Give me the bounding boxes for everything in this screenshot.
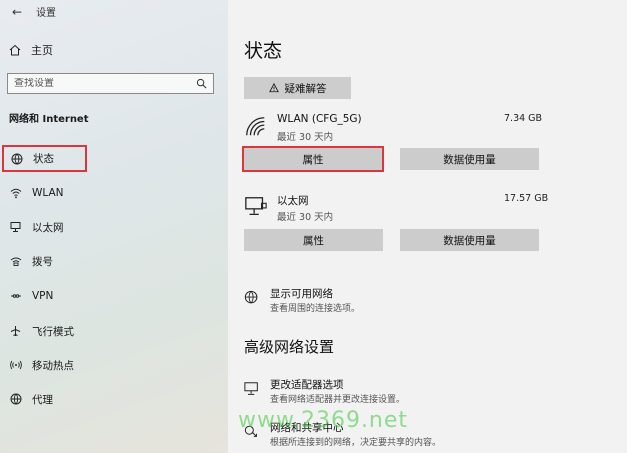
show-available-networks[interactable]: 显示可用网络 查看周围的连接选项。 <box>244 286 564 316</box>
troubleshoot-button[interactable]: 疑难解答 <box>244 77 351 99</box>
wlan-properties-button[interactable]: 属性 <box>242 146 384 172</box>
sidebar-item-proxy[interactable]: 代理 <box>0 386 228 412</box>
change-adapter-options[interactable]: 更改适配器选项 查看网络适配器并更改连接设置。 <box>244 377 564 407</box>
connection-name: WLAN (CFG_5G) <box>277 113 362 125</box>
warning-icon <box>268 83 279 93</box>
link-title: 网络和共享中心 <box>270 422 344 434</box>
sidebar-item-airplane[interactable]: 飞行模式 <box>0 318 228 344</box>
window-title-bar: ← 设置 <box>12 4 57 20</box>
sidebar-item-label: WLAN <box>32 187 64 199</box>
sidebar-section-label: 网络和 Internet <box>9 114 89 125</box>
sidebar-item-hotspot[interactable]: 移动热点 <box>0 352 228 378</box>
wifi-signal-icon <box>244 115 270 141</box>
connection-name: 以太网 <box>277 195 309 207</box>
sidebar-item-status[interactable]: 状态 <box>2 145 87 172</box>
back-arrow-icon[interactable]: ← <box>12 5 22 19</box>
link-desc: 查看网络适配器并更改连接设置。 <box>270 395 406 405</box>
page-title: 状态 <box>244 40 283 62</box>
sidebar-item-wlan[interactable]: WLAN <box>0 180 228 206</box>
main-panel: 状态 疑难解答 WLAN (CFG_5G) 最近 30 天内 7.34 GB 属… <box>228 0 627 453</box>
sidebar-item-label: 拨号 <box>32 255 53 268</box>
link-title: 更改适配器选项 <box>270 379 344 391</box>
sidebar-item-label: 飞行模式 <box>32 325 74 338</box>
window-title: 设置 <box>36 8 57 19</box>
proxy-globe-icon <box>9 392 23 406</box>
ethernet-data-usage-button[interactable]: 数据使用量 <box>400 229 539 251</box>
link-desc: 根据所连接到的网络，决定要共享的内容。 <box>270 438 442 448</box>
ethernet-monitor-icon <box>244 195 270 221</box>
sidebar: ← 设置 主页 网络和 Internet 状态 WLAN 以太网 <box>0 0 228 453</box>
link-title: 显示可用网络 <box>270 288 333 300</box>
nav-home[interactable]: 主页 <box>9 41 53 59</box>
hotspot-icon <box>9 358 23 372</box>
connection-period: 最近 30 天内 <box>277 132 334 143</box>
wlan-data-usage-button[interactable]: 数据使用量 <box>400 148 539 170</box>
vpn-icon <box>9 289 23 303</box>
sidebar-item-label: 以太网 <box>32 221 64 234</box>
ethernet-icon <box>9 220 23 234</box>
search-icon[interactable] <box>196 78 207 89</box>
connection-usage-size: 7.34 GB <box>504 113 543 124</box>
sidebar-item-dialup[interactable]: 拨号 <box>0 248 228 274</box>
sidebar-item-label: 移动热点 <box>32 359 74 372</box>
connection-usage-size: 17.57 GB <box>504 193 549 204</box>
search-box[interactable] <box>7 73 214 94</box>
sidebar-item-label: 代理 <box>32 393 53 406</box>
network-sharing-center[interactable]: 网络和共享中心 根据所连接到的网络，决定要共享的内容。 <box>244 420 564 450</box>
connection-wlan: WLAN (CFG_5G) 最近 30 天内 7.34 GB <box>244 113 544 143</box>
search-input[interactable] <box>14 78 184 89</box>
ethernet-properties-button[interactable]: 属性 <box>244 229 383 251</box>
sharing-center-icon <box>244 424 262 442</box>
globe-network-icon <box>244 290 262 308</box>
sidebar-item-label: VPN <box>32 290 54 302</box>
troubleshoot-label: 疑难解答 <box>284 82 327 95</box>
home-icon <box>9 44 21 56</box>
airplane-icon <box>9 324 23 338</box>
link-desc: 查看周围的连接选项。 <box>270 304 361 314</box>
connection-period: 最近 30 天内 <box>277 212 334 223</box>
advanced-section-title: 高级网络设置 <box>244 338 335 356</box>
sidebar-item-vpn[interactable]: VPN <box>0 283 228 309</box>
nav-home-label: 主页 <box>31 44 53 57</box>
connection-ethernet: 以太网 最近 30 天内 17.57 GB <box>244 193 549 223</box>
adapter-monitor-icon <box>244 381 262 399</box>
sidebar-item-ethernet[interactable]: 以太网 <box>0 214 228 240</box>
globe-icon <box>10 152 24 166</box>
sidebar-item-label: 状态 <box>33 153 54 165</box>
dialup-icon <box>9 254 23 268</box>
wifi-icon <box>9 186 23 200</box>
